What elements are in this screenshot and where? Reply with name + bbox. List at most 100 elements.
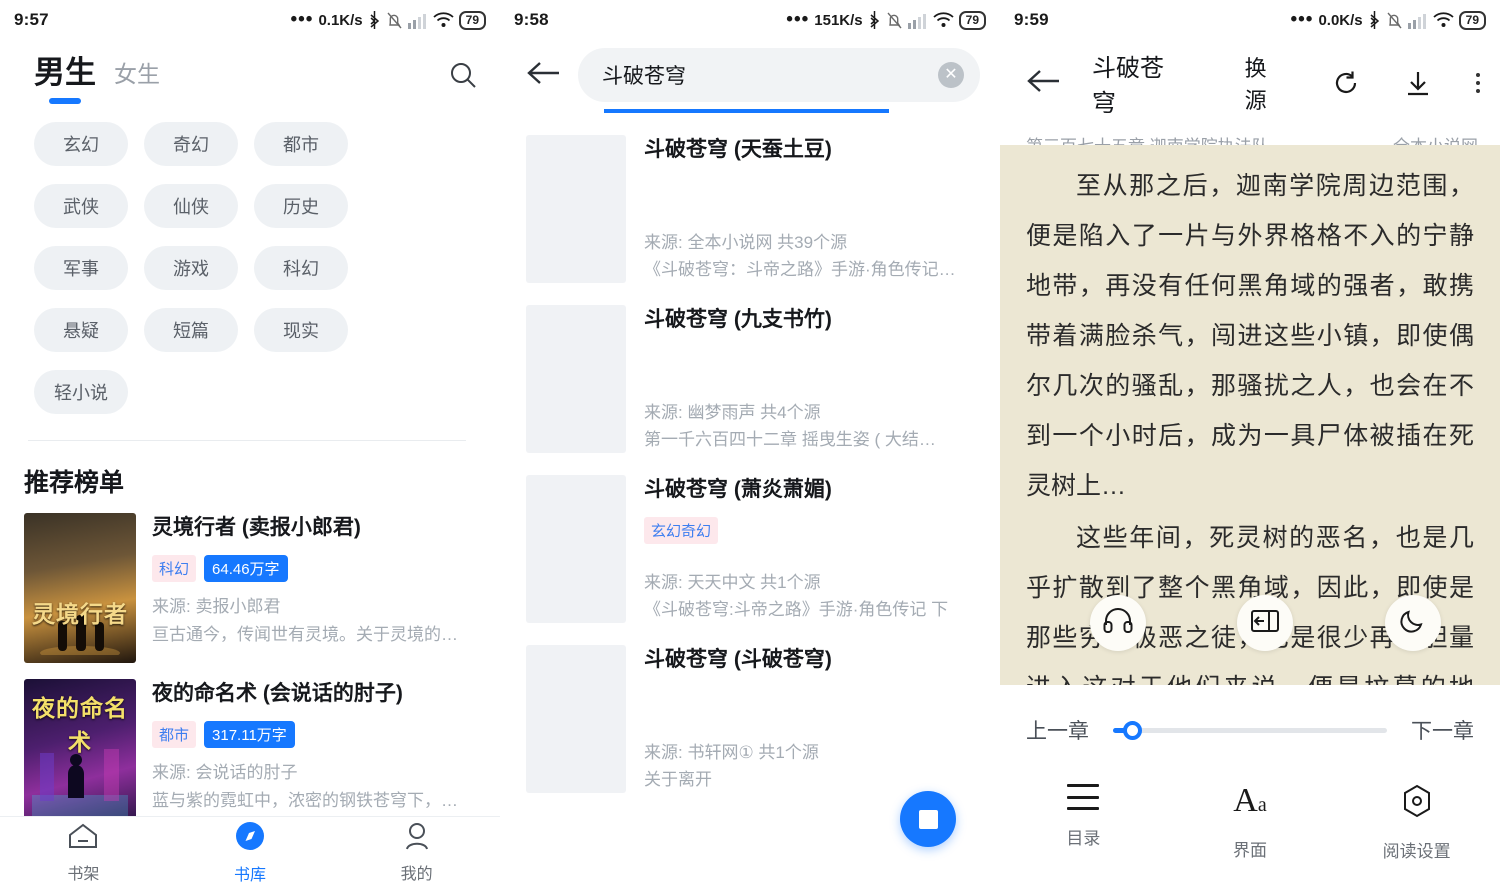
bluetooth-icon [868,10,881,30]
battery-indicator: 79 [1458,10,1486,30]
status-time: 9:57 [14,10,49,29]
refresh-icon[interactable] [1332,69,1360,97]
category-chip[interactable]: 科幻 [254,246,348,290]
wifi-icon [933,12,954,28]
category-chip[interactable]: 现实 [254,308,348,352]
network-speed: 0.1K/s [318,11,363,29]
table-row[interactable]: 斗破苍穹 (萧炎萧媚) 玄幻奇幻 来源: 天天中文 共1个源 《斗破苍穹:斗帝之… [500,453,1000,623]
result-source: 来源: 全本小说网 共39个源 [644,233,848,252]
tab-female[interactable]: 女生 [114,54,160,94]
book-cover-placeholder [526,305,626,453]
wifi-icon [433,12,454,28]
home-icon [67,822,99,855]
nav-label: 书架 [67,865,100,883]
page-flip-button[interactable] [1237,595,1293,651]
tab-male-label: 男生 [34,55,96,90]
night-mode-button[interactable] [1385,595,1441,651]
book-category-badge: 科幻 [152,555,197,582]
book-wordcount-badge: 64.46万字 [204,555,288,582]
status-bar-panel1: 9:57 ••• 0.1K/s 79 [0,0,500,40]
book-cover: 灵境行者 [24,513,136,663]
sidebar-item-bookshelf[interactable]: 书架 [0,822,167,884]
status-bar-panel2: 9:58 ••• 151K/s 79 [500,0,1000,40]
search-header: 斗破苍穹 ✕ [500,40,1000,102]
category-chip[interactable]: 短篇 [144,308,238,352]
panel-bookstore: 9:57 ••• 0.1K/s 79 男生 女生 玄幻 奇幻 都市 武侠 仙侠 … [0,0,500,888]
category-chip[interactable]: 历史 [254,184,348,228]
nav-label: 我的 [400,865,433,883]
result-source: 来源: 幽梦雨声 共4个源 [644,403,821,422]
result-source: 来源: 书轩网① 共1个源 [644,743,819,762]
network-speed: 0.0K/s [1318,11,1363,29]
chapter-progress-slider[interactable] [1113,719,1387,741]
category-chip[interactable]: 游戏 [144,246,238,290]
list-item[interactable]: 灵境行者 灵境行者 (卖报小郎君) 科幻 64.46万字 来源: 卖报小郎君 亘… [0,513,500,679]
toc-button[interactable]: 目录 [1000,784,1167,849]
nav-label: 书库 [234,866,267,884]
book-cover-placeholder [526,475,626,623]
download-icon[interactable] [1404,69,1432,97]
category-chip[interactable]: 武侠 [34,184,128,228]
book-cover-text: 夜的命名术 [32,695,128,755]
category-chip[interactable]: 仙侠 [144,184,238,228]
signal-bars-icon [1407,12,1428,29]
sidebar-item-profile[interactable]: 我的 [333,822,500,884]
moon-icon [1399,607,1427,640]
search-input-value: 斗破苍穹 [602,65,686,88]
battery-indicator: 79 [458,10,486,30]
reading-settings-button[interactable]: 阅读设置 [1333,784,1500,862]
clear-circle-icon[interactable]: ✕ [938,62,964,88]
search-icon[interactable] [448,60,478,95]
book-category-badge: 都市 [152,721,197,748]
category-chip[interactable]: 玄幻 [34,122,128,166]
stop-square-icon [918,809,938,829]
change-source-button[interactable]: 换源 [1245,51,1288,115]
listen-button[interactable] [1090,595,1146,651]
chapter-progress-row: 上一章 下一章 [1000,706,1500,754]
settings-hex-icon [1400,784,1434,823]
slider-thumb[interactable] [1123,720,1142,740]
table-row[interactable]: 斗破苍穹 (斗破苍穹) 来源: 书轩网① 共1个源 关于离开 [500,623,1000,793]
bottom-navigation: 书架 书库 我的 [0,816,500,888]
result-latest-chapter: 《斗破苍穹:斗帝之路》手游·角色传记 下 [644,600,949,619]
category-chip[interactable]: 轻小说 [34,370,128,414]
category-chip[interactable]: 悬疑 [34,308,128,352]
book-source: 来源: 会说话的肘子 [152,763,298,782]
mute-bell-icon [386,11,403,30]
result-latest-chapter: 第一千六百四十二章 摇曳生姿 ( 大结… [644,430,936,449]
table-row[interactable]: 斗破苍穹 (九支书竹) 来源: 幽梦雨声 共4个源 第一千六百四十二章 摇曳生姿… [500,283,1000,453]
font-size-icon: Aa [1233,782,1267,819]
book-description: 亘古通今，传闻世有灵境。关于灵境的… [152,625,458,644]
bluetooth-icon [1368,10,1381,30]
signal-bars-icon [407,12,428,29]
toolbar-label: 阅读设置 [1382,842,1451,861]
list-icon [1067,784,1100,810]
interface-button[interactable]: Aa 界面 [1167,784,1334,861]
back-arrow-icon[interactable] [526,59,560,92]
table-row[interactable]: 斗破苍穹 (天蚕土豆) 来源: 全本小说网 共39个源 《斗破苍穹：斗帝之路》手… [500,113,1000,283]
prev-chapter-button[interactable]: 上一章 [1026,715,1089,745]
back-arrow-icon[interactable] [1026,67,1060,100]
category-chip-list: 玄幻 奇幻 都市 武侠 仙侠 历史 军事 游戏 科幻 悬疑 短篇 现实 轻小说 [0,96,470,414]
wifi-icon [1433,12,1454,28]
result-latest-chapter: 《斗破苍穹：斗帝之路》手游·角色传记… [644,260,956,279]
status-time: 9:58 [514,10,549,29]
reader-paragraph: 至从那之后，迦南学院周边范围，便是陷入了一片与外界格格不入的宁静地带，再没有任何… [1026,172,1474,500]
category-chip[interactable]: 奇幻 [144,122,238,166]
tab-active-underline [49,98,81,104]
slider-track [1113,727,1387,733]
gender-tabs: 男生 女生 [0,40,500,104]
tab-male[interactable]: 男生 [34,54,96,104]
category-chip[interactable]: 都市 [254,122,348,166]
headphones-icon [1103,607,1133,639]
three-panel-screenshot: 9:57 ••• 0.1K/s 79 男生 女生 玄幻 奇幻 都市 武侠 仙侠 … [0,0,1500,888]
next-chapter-button[interactable]: 下一章 [1411,715,1474,745]
search-input[interactable]: 斗破苍穹 ✕ [578,48,980,102]
category-chip[interactable]: 军事 [34,246,128,290]
sidebar-item-library[interactable]: 书库 [167,821,334,885]
book-cover-text: 灵境行者 [32,601,128,627]
result-title: 斗破苍穹 (萧炎萧媚) [644,478,832,501]
result-title: 斗破苍穹 (天蚕土豆) [644,138,832,161]
stop-search-fab[interactable] [900,791,956,847]
more-vertical-icon[interactable] [1476,73,1480,93]
